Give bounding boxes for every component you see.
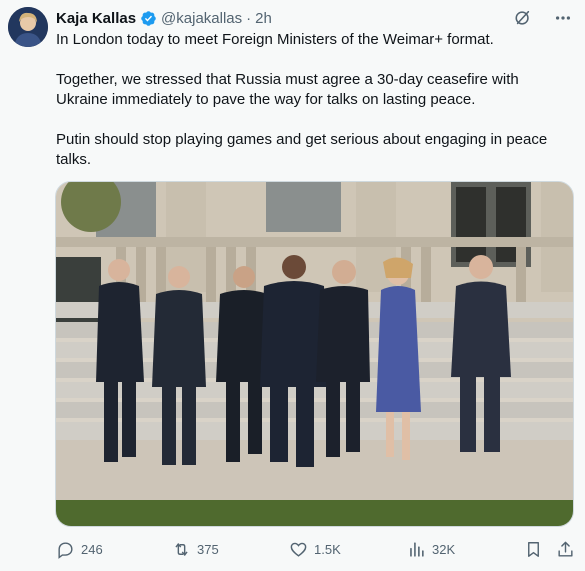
tweet-paragraph: In London today to meet Foreign Minister… [56,31,494,48]
share-icon [558,541,573,557]
bookmark-icon [528,541,539,557]
heart-icon [290,542,307,557]
grok-icon[interactable] [513,8,533,28]
verified-badge-icon [140,10,157,27]
more-icon[interactable] [553,8,573,28]
tweet-photo[interactable] [55,181,574,527]
reply-icon [58,541,73,559]
tweet: Kaja Kallas @kajakallas · 2h In London t… [0,0,585,571]
bookmark-button[interactable] [524,540,543,559]
like-count: 1.5K [314,541,341,557]
tweet-actions: 246 375 1.5K 32K [56,538,576,560]
avatar[interactable] [8,7,48,47]
like-button[interactable]: 1.5K [289,540,341,559]
separator-dot: · [246,9,252,27]
reply-button[interactable]: 246 [56,540,103,559]
retweet-button[interactable]: 375 [172,540,219,559]
tweet-header: Kaja Kallas @kajakallas · 2h [56,8,573,28]
share-button[interactable] [556,540,575,559]
author-name[interactable]: Kaja Kallas [56,10,136,27]
header-actions [513,8,573,28]
tweet-paragraph: Putin should stop playing games and get … [56,131,548,168]
tweet-paragraph: Together, we stressed that Russia must a… [56,71,519,108]
views-chart-icon [410,541,424,557]
tweet-text: In London today to meet Foreign Minister… [56,30,566,190]
retweet-count: 375 [197,541,219,557]
reply-count: 246 [81,541,103,557]
views-count: 32K [432,541,456,557]
retweet-icon [175,542,188,556]
author-handle[interactable]: @kajakallas [161,10,242,27]
timestamp[interactable]: 2h [255,10,272,27]
views-button[interactable]: 32K [407,540,455,559]
